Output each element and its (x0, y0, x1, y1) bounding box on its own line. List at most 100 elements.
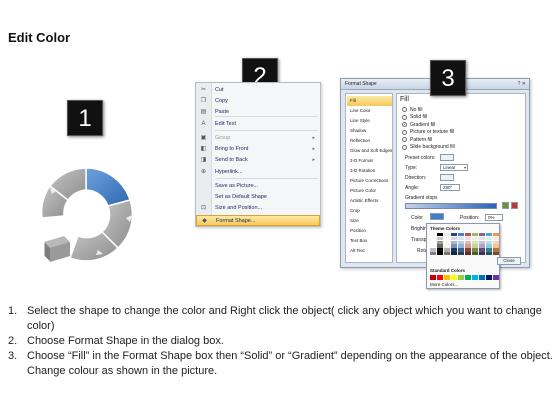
format-shape-icon: ◆ (202, 218, 207, 224)
submenu-arrow-icon: ▸ (312, 157, 315, 163)
paste-icon: ▤ (200, 109, 207, 115)
angle-input[interactable]: 280° (440, 184, 460, 191)
menu-item-group[interactable]: ▣ Group ▸ (196, 133, 320, 144)
submenu-arrow-icon: ▸ (312, 146, 315, 152)
color-swatch[interactable] (465, 251, 471, 256)
color-palette: Theme Colors Standard Colors More Colors… (426, 223, 500, 289)
angle-label: Angle: (405, 185, 420, 191)
menu-item-label: Copy (215, 98, 228, 104)
type-select[interactable]: Linear ▾ (440, 164, 468, 171)
menu-item-send-to-back[interactable]: ◨ Send to Back ▸ (196, 155, 320, 166)
nav-item-position[interactable]: Position (347, 226, 392, 236)
ring-diagram[interactable] (30, 158, 142, 270)
menu-item-format-shape[interactable]: ◆ Format Shape... (196, 215, 320, 226)
nav-item-artistic-effects[interactable]: Artistic Effects (347, 196, 392, 206)
menu-item-cut[interactable]: ✂ Cut (196, 85, 320, 96)
theme-colors-label: Theme Colors (430, 226, 461, 231)
color-swatch[interactable] (493, 275, 499, 280)
menu-item-save-as-picture[interactable]: Save as Picture... (196, 181, 320, 192)
theme-color-grid (430, 233, 499, 256)
preset-colors-button[interactable] (440, 154, 454, 161)
menu-item-label: Set as Default Shape (215, 194, 267, 200)
color-swatch[interactable] (437, 251, 443, 256)
radio-picture-or-texture-fill[interactable] (402, 129, 407, 135)
fill-option-label: Slide background fill (410, 144, 455, 150)
remove-stop-button[interactable] (511, 202, 518, 209)
menu-item-hyperlink[interactable]: ⊕ Hyperlink... (196, 167, 320, 178)
nav-item-3-d-rotation[interactable]: 3-D Rotation (347, 166, 392, 176)
nav-item-glow-and-soft-edges[interactable]: Glow and Soft Edges (347, 146, 392, 156)
nav-item-reflection[interactable]: Reflection (347, 136, 392, 146)
color-swatch[interactable] (451, 275, 457, 280)
color-swatch[interactable] (451, 251, 457, 256)
color-swatch[interactable] (458, 275, 464, 280)
color-swatch[interactable] (444, 251, 450, 256)
menu-separator (215, 178, 318, 179)
color-swatch[interactable] (479, 251, 485, 256)
menu-item-bring-to-front[interactable]: ◧ Bring to Front ▸ (196, 144, 320, 155)
instructions: 1. Select the shape to change the color … (8, 304, 554, 379)
menu-item-set-as-default-shape[interactable]: Set as Default Shape (196, 192, 320, 203)
group-icon: ▣ (200, 135, 207, 141)
color-swatch[interactable] (493, 251, 499, 256)
direction-button[interactable] (440, 174, 454, 181)
color-swatch[interactable] (430, 251, 436, 256)
instruction-step: 1. Select the shape to change the color … (8, 304, 554, 334)
color-swatch[interactable] (472, 251, 478, 256)
page-title: Edit Color (8, 30, 71, 45)
dialog-window-buttons[interactable]: ? ✕ (518, 79, 526, 90)
close-button[interactable]: Close (497, 257, 521, 265)
position-label: Position: (460, 215, 480, 221)
nav-item-alt-text[interactable]: Alt Text (347, 246, 392, 256)
fill-option-label: No fill (410, 106, 423, 113)
context-menu: ✂ Cut ❐ Copy ▤ Paste A Edit Text ▣ Group ▸ ◧ Bring t… (195, 82, 321, 227)
nav-item-picture-corrections[interactable]: Picture Corrections (347, 176, 392, 186)
menu-item-edit-text[interactable]: A Edit Text (196, 119, 320, 130)
type-value: Linear (443, 165, 456, 170)
dialog-title: Format Shape (345, 81, 377, 87)
radio-pattern-fill[interactable] (402, 137, 407, 142)
color-swatch[interactable] (444, 275, 450, 280)
nav-item-3-d-format[interactable]: 3-D Format (347, 156, 392, 166)
radio-slide-background-fill[interactable] (402, 144, 407, 150)
radio-solid-fill[interactable] (402, 114, 407, 120)
step-text: Choose “Fill” in the Format Shape box th… (27, 350, 553, 377)
nav-item-text-box[interactable]: Text Box (347, 236, 392, 246)
position-value: 0% (488, 215, 495, 220)
step-text: Select the shape to change the color and… (27, 305, 542, 332)
fill-option-label: Picture or texture fill (410, 129, 455, 135)
position-input[interactable]: 0% (485, 214, 503, 221)
menu-separator (215, 116, 318, 117)
nav-item-line-color[interactable]: Line Color (347, 106, 392, 116)
radio-no-fill[interactable] (402, 107, 407, 112)
dialog-nav: Fill Line Color Line Style Shadow Reflection… (345, 93, 393, 263)
step-badge-3: 3 (430, 60, 466, 96)
nav-item-size[interactable]: Size (347, 216, 392, 226)
menu-item-label: Format Shape... (216, 218, 256, 224)
color-swatch[interactable] (479, 275, 485, 280)
color-swatch[interactable] (486, 251, 492, 256)
color-swatch[interactable] (486, 275, 492, 280)
color-swatch[interactable] (465, 275, 471, 280)
color-swatch[interactable] (430, 275, 436, 280)
nav-item-line-style[interactable]: Line Style (347, 116, 392, 126)
nav-item-crop[interactable]: Crop (347, 206, 392, 216)
fill-heading: Fill (400, 96, 409, 103)
color-swatch[interactable] (472, 275, 478, 280)
color-picker-button[interactable] (430, 213, 444, 220)
menu-item-size-and-position[interactable]: ⊡ Size and Position... (196, 203, 320, 214)
color-swatch[interactable] (437, 275, 443, 280)
menu-item-copy[interactable]: ❐ Copy (196, 96, 320, 107)
menu-item-label: Edit Text (215, 121, 236, 127)
radio-gradient-fill[interactable] (402, 122, 407, 127)
instruction-step: 2. Choose Format Shape in the dialog box… (8, 334, 554, 349)
submenu-arrow-icon: ▸ (312, 135, 315, 141)
nav-item-shadow[interactable]: Shadow (347, 126, 392, 136)
nav-item-fill[interactable]: Fill (347, 96, 392, 106)
nav-item-picture-color[interactable]: Picture Color (347, 186, 392, 196)
gradient-stops-bar[interactable] (405, 203, 497, 209)
color-swatch[interactable] (458, 251, 464, 256)
add-stop-button[interactable] (502, 202, 509, 209)
more-colors-link[interactable]: More Colors... (430, 282, 458, 287)
fill-option-label: Pattern fill (410, 136, 433, 143)
